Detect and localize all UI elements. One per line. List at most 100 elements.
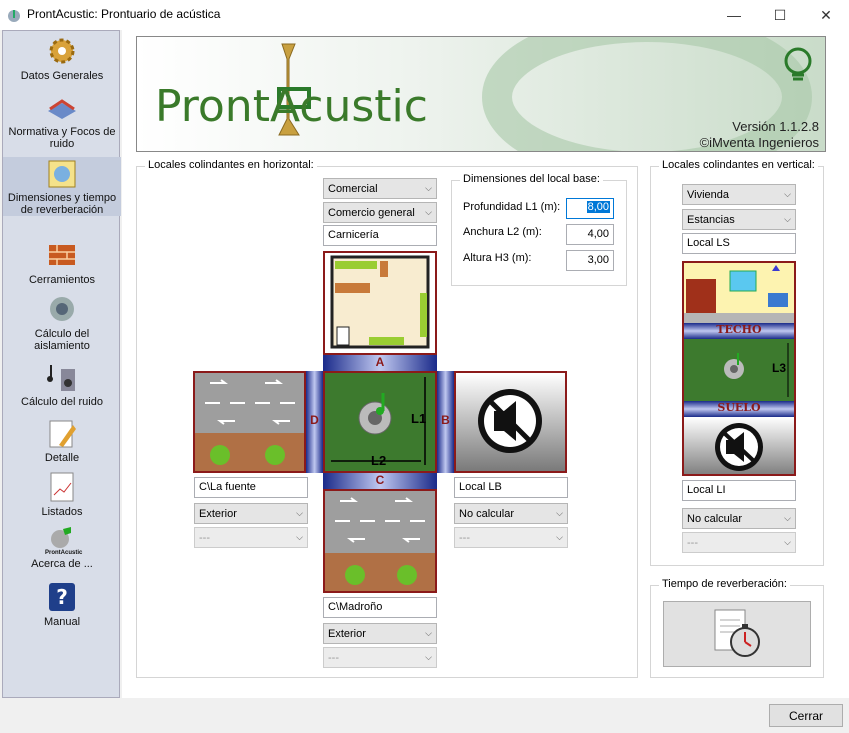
bottom-extra-value: ---: [328, 651, 339, 664]
lower-extra-value: ---: [687, 536, 698, 549]
chevron-down-icon: ⌵: [296, 532, 303, 542]
chevron-down-icon: ⌵: [425, 207, 432, 217]
vertical-group-title: Locales colindantes en vertical:: [659, 159, 818, 171]
sidebar-item-label: Cálculo del ruido: [21, 396, 103, 408]
suelo-band: SUELO: [684, 401, 794, 417]
bricks-icon: [45, 239, 79, 271]
h3-input[interactable]: 3,00: [566, 250, 614, 271]
music-speaker-icon: [45, 361, 79, 393]
app-icon: [8, 10, 20, 22]
l1-input[interactable]: 8,00: [566, 198, 614, 219]
lightbulb-icon: [784, 47, 812, 81]
upper-room-icon[interactable]: [684, 263, 794, 323]
chevron-down-icon: ⌵: [784, 189, 791, 199]
sidebar-item-manual[interactable]: ? Manual: [3, 581, 121, 628]
bottom-room-street[interactable]: [323, 489, 437, 593]
floorplan-icon: [330, 255, 430, 349]
h3-label: Altura H3 (m):: [463, 252, 532, 264]
chevron-down-icon: ⌵: [784, 513, 791, 523]
chevron-down-icon: ⌵: [425, 628, 432, 638]
sidebar-item-label: Cerramientos: [28, 274, 96, 286]
lower-type-value: No calcular: [687, 512, 743, 525]
l2-dimension-label: L2: [371, 453, 387, 468]
right-room[interactable]: [454, 371, 567, 473]
left-extra-value: ---: [199, 531, 210, 544]
reverb-group-title: Tiempo de reverberación:: [659, 578, 790, 590]
street-icon: [195, 373, 304, 471]
upper-name-input[interactable]: Local LS: [682, 233, 796, 254]
book-icon: [45, 91, 79, 123]
l1-dimension-label: L1: [411, 411, 427, 426]
sidebar-item-listados[interactable]: Listados: [3, 471, 121, 518]
sidebar-item-label: Cálculo del aislamiento: [34, 328, 90, 352]
left-type-select[interactable]: Exterior ⌵: [194, 503, 308, 524]
wall-a: A: [323, 355, 437, 371]
l3-dimension-label: L3: [772, 361, 787, 375]
chevron-down-icon: ⌵: [556, 508, 563, 518]
sidebar-item-normativa[interactable]: Normativa y Focos de ruido: [3, 91, 121, 150]
lower-extra-select: --- ⌵: [682, 532, 796, 553]
sidebar-item-detalle[interactable]: Detalle: [3, 417, 121, 464]
ruler-icon: [45, 157, 79, 189]
l1-value: 8,00: [586, 201, 610, 213]
bottom-type-value: Exterior: [328, 627, 366, 640]
sidebar-item-aislamiento[interactable]: Cálculo del aislamiento: [3, 293, 121, 352]
about-icon-caption: ProntAcustic: [45, 550, 83, 556]
right-extra-value: ---: [459, 531, 470, 544]
close-window-button[interactable]: ✕: [803, 0, 849, 30]
bottom-extra-select: --- ⌵: [323, 647, 437, 668]
mute-icon: [478, 389, 542, 453]
wall-a-label: A: [375, 355, 385, 369]
top-use-select[interactable]: Comercial ⌵: [323, 178, 437, 199]
sidebar-item-ruido[interactable]: Cálculo del ruido: [3, 361, 121, 408]
wall-c: C: [323, 473, 437, 489]
stopwatch-document-icon: [714, 609, 760, 657]
base-room: L1 L2: [323, 371, 437, 473]
company-label: ©iMventa Ingenieros: [699, 135, 819, 150]
top-name-input[interactable]: Carnicería: [323, 225, 437, 246]
chevron-down-icon: ⌵: [296, 508, 303, 518]
upper-use-select[interactable]: Vivienda ⌵: [682, 184, 796, 205]
horizontal-group-title: Locales colindantes en horizontal:: [145, 159, 317, 171]
wall-c-label: C: [375, 473, 385, 487]
sidebar-item-acerca[interactable]: ProntAcustic Acerca de ...: [3, 525, 121, 570]
sidebar-item-label: Manual: [43, 616, 81, 628]
lower-type-select[interactable]: No calcular ⌵: [682, 508, 796, 529]
right-extra-select: --- ⌵: [454, 527, 568, 548]
vertical-section: TECHO L3 SUELO: [682, 261, 796, 476]
base-room-section: L3: [684, 339, 794, 401]
l2-input[interactable]: 4,00: [566, 224, 614, 245]
left-room-street[interactable]: [193, 371, 306, 473]
sidebar-item-cerramientos[interactable]: Cerramientos: [3, 239, 121, 286]
sidebar-item-dimensiones[interactable]: Dimensiones y tiempo de reverberación: [3, 157, 121, 216]
wall-b-label: B: [441, 413, 450, 427]
lower-name-input[interactable]: Local LI: [682, 480, 796, 501]
chevron-down-icon: ⌵: [784, 537, 791, 547]
l2-label: Anchura L2 (m):: [463, 226, 542, 238]
lower-room-mute-icon[interactable]: [684, 417, 794, 476]
right-type-select[interactable]: No calcular ⌵: [454, 503, 568, 524]
top-room-plan[interactable]: [323, 251, 437, 355]
bottom-name-input[interactable]: C\Madroño: [323, 597, 437, 618]
banner: ProntAcustic Versión 1.1.2.8 ©iMventa In…: [136, 36, 826, 152]
cerrar-button[interactable]: Cerrar: [769, 704, 843, 727]
chart-list-icon: [45, 471, 79, 503]
sidebar-item-label: Dimensiones y tiempo de reverberación: [7, 192, 117, 216]
left-extra-select: --- ⌵: [194, 527, 308, 548]
maximize-button[interactable]: ☐: [757, 0, 803, 30]
sidebar-item-datos-generales[interactable]: Datos Generales: [3, 35, 121, 82]
upper-subuse-select[interactable]: Estancias ⌵: [682, 209, 796, 230]
bottom-type-select[interactable]: Exterior ⌵: [323, 623, 437, 644]
minimize-button[interactable]: —: [711, 0, 757, 30]
speaker-icon: [45, 293, 79, 325]
reverb-button[interactable]: [663, 601, 811, 667]
right-name-input[interactable]: Local LB: [454, 477, 568, 498]
left-name-input[interactable]: C\La fuente: [194, 477, 308, 498]
sidebar-item-label: Datos Generales: [20, 70, 104, 82]
detail-icon: [45, 417, 79, 449]
upper-use-value: Vivienda: [687, 188, 729, 201]
window-title: ProntAcustic: Prontuario de acústica: [27, 7, 221, 21]
top-subuse-select[interactable]: Comercio general ⌵: [323, 202, 437, 223]
sidebar: Datos Generales Normativa y Focos de rui…: [2, 30, 121, 698]
right-type-value: No calcular: [459, 507, 515, 520]
